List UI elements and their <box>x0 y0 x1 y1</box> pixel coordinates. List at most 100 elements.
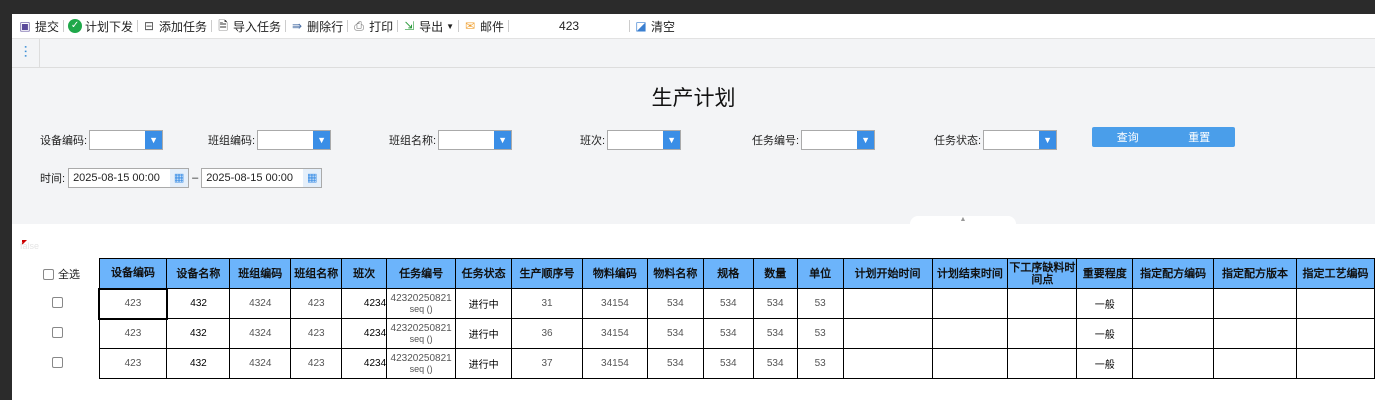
cell-seq[interactable]: 31 <box>511 288 583 319</box>
cell-team-code[interactable]: 4324 <box>229 348 292 379</box>
mail-button[interactable]: ✉ 邮件 <box>459 18 508 35</box>
cell-status[interactable]: 进行中 <box>455 348 513 379</box>
delete-row-button[interactable]: ⇛ 删除行 <box>286 18 347 35</box>
cell-qty[interactable]: 534 <box>752 348 798 379</box>
row-checkbox[interactable] <box>52 357 63 368</box>
cell-importance[interactable]: 一般 <box>1076 318 1134 349</box>
cell-empty[interactable] <box>1213 288 1297 319</box>
column-header[interactable]: 指定配方版本 <box>1213 258 1297 289</box>
cell-importance[interactable]: 一般 <box>1076 348 1134 379</box>
cell-device-name[interactable]: 432 <box>166 288 231 319</box>
cell-task-no[interactable]: 42320250821 seq () <box>386 318 457 349</box>
cell-empty[interactable] <box>931 348 1009 379</box>
column-header[interactable]: 班组名称 <box>290 258 343 289</box>
task-status-select[interactable]: ▼ <box>983 130 1058 150</box>
cell-team-name[interactable]: 423 <box>290 348 343 379</box>
table-row[interactable]: 423 432 4324 423 4234 42320250821 seq () 进行中 36 3… <box>98 318 1375 349</box>
column-header[interactable]: 规格 <box>702 258 754 289</box>
cell-empty[interactable] <box>1132 288 1215 319</box>
cell-seq[interactable]: 36 <box>511 318 583 349</box>
cell-empty[interactable] <box>842 348 933 379</box>
cell-importance[interactable]: 一般 <box>1076 288 1134 319</box>
cell-empty[interactable] <box>1007 348 1078 379</box>
cell-qty[interactable]: 534 <box>752 318 798 349</box>
row-checkbox[interactable] <box>52 297 63 308</box>
import-task-button[interactable]: 🗎 导入任务 <box>212 18 285 35</box>
cell-qty[interactable]: 534 <box>752 288 798 319</box>
row-checkbox[interactable] <box>52 327 63 338</box>
cell-device-code[interactable]: 423 <box>98 348 168 379</box>
column-header[interactable]: 班组编码 <box>229 258 292 289</box>
column-header[interactable]: 任务状态 <box>455 258 513 289</box>
time-to-input[interactable]: 2025-08-15 00:00 ▦ <box>201 168 323 188</box>
filter-settings-icon[interactable]: ⫶ <box>12 39 40 67</box>
print-button[interactable]: ⎙ 打印 <box>348 18 397 35</box>
cell-material-name[interactable]: 534 <box>646 288 704 319</box>
cell-task-no[interactable]: 42320250821 seq () <box>386 288 457 319</box>
collapse-handle[interactable]: ▲ <box>910 216 1016 224</box>
cell-empty[interactable] <box>1007 288 1078 319</box>
column-header[interactable]: 重要程度 <box>1076 258 1134 289</box>
team-name-select[interactable]: ▼ <box>438 130 513 150</box>
column-header[interactable]: 计划结束时间 <box>931 258 1009 289</box>
cell-device-name[interactable]: 432 <box>166 348 231 379</box>
team-code-select[interactable]: ▼ <box>257 130 332 150</box>
column-header[interactable]: 任务编号 <box>386 258 457 289</box>
cell-status[interactable]: 进行中 <box>455 288 513 319</box>
cell-material-name[interactable]: 534 <box>646 318 704 349</box>
cell-spec[interactable]: 534 <box>702 318 754 349</box>
column-header[interactable]: 设备编码 <box>98 258 168 289</box>
cell-empty[interactable] <box>1007 318 1078 349</box>
cell-unit[interactable]: 53 <box>796 288 844 319</box>
cell-empty[interactable] <box>842 288 933 319</box>
cell-empty[interactable] <box>931 288 1009 319</box>
cell-device-code[interactable]: 423 <box>98 318 168 349</box>
cell-seq[interactable]: 37 <box>511 348 583 379</box>
cell-team-code[interactable]: 4324 <box>229 288 292 319</box>
calendar-icon[interactable]: ▦ <box>170 169 189 187</box>
shift-select[interactable]: ▼ <box>607 130 682 150</box>
dispatch-button[interactable]: ✓ 计划下发 <box>64 18 137 35</box>
calendar-icon[interactable]: ▦ <box>303 169 322 187</box>
column-header[interactable]: 生产顺序号 <box>511 258 583 289</box>
column-header[interactable]: 物料编码 <box>581 258 648 289</box>
cell-material-name[interactable]: 534 <box>646 348 704 379</box>
task-no-select[interactable]: ▼ <box>801 130 876 150</box>
add-task-button[interactable]: ⊟ 添加任务 <box>138 18 211 35</box>
column-header[interactable]: 物料名称 <box>646 258 704 289</box>
cell-empty[interactable] <box>931 318 1009 349</box>
table-row[interactable]: 423 432 4324 423 4234 42320250821 seq () 进行中 31 3… <box>98 287 1375 320</box>
cell-team-name[interactable]: 423 <box>290 288 343 319</box>
column-header[interactable]: 数量 <box>752 258 798 289</box>
table-row[interactable]: 423 432 4324 423 4234 42320250821 seq () 进行中 37 3… <box>98 348 1375 379</box>
cell-device-name[interactable]: 432 <box>166 318 231 349</box>
query-button[interactable]: 查询 <box>1117 129 1139 145</box>
cell-shift[interactable]: 4234 <box>341 318 388 349</box>
cell-empty[interactable] <box>1132 318 1215 349</box>
cell-material-code[interactable]: 34154 <box>581 318 648 349</box>
select-all-checkbox[interactable]: 全选 <box>43 266 80 282</box>
reset-button[interactable]: 重置 <box>1188 129 1210 145</box>
cell-status[interactable]: 进行中 <box>455 318 513 349</box>
export-button[interactable]: ⇲ 导出 ▼ <box>398 18 458 35</box>
column-header[interactable]: 单位 <box>796 258 844 289</box>
cell-empty[interactable] <box>1295 348 1375 379</box>
cell-empty[interactable] <box>1132 348 1215 379</box>
cell-unit[interactable]: 53 <box>796 348 844 379</box>
time-from-input[interactable]: 2025-08-15 00:00 ▦ <box>68 168 190 188</box>
cell-shift[interactable]: 4234 <box>341 288 388 319</box>
cell-team-name[interactable]: 423 <box>290 318 343 349</box>
cell-shift[interactable]: 4234 <box>341 348 388 379</box>
cell-material-code[interactable]: 34154 <box>581 348 648 379</box>
device-code-select[interactable]: ▼ <box>89 130 164 150</box>
cell-empty[interactable] <box>842 318 933 349</box>
cell-material-code[interactable]: 34154 <box>581 288 648 319</box>
column-header[interactable]: 下工序缺料时间点 <box>1007 258 1078 289</box>
cell-team-code[interactable]: 4324 <box>229 318 292 349</box>
cell-unit[interactable]: 53 <box>796 318 844 349</box>
cell-empty[interactable] <box>1295 318 1375 349</box>
column-header[interactable]: 指定工艺编码 <box>1295 258 1375 289</box>
cell-empty[interactable] <box>1213 348 1297 379</box>
cell-empty[interactable] <box>1295 288 1375 319</box>
clear-button[interactable]: ◪ 清空 <box>630 18 679 35</box>
